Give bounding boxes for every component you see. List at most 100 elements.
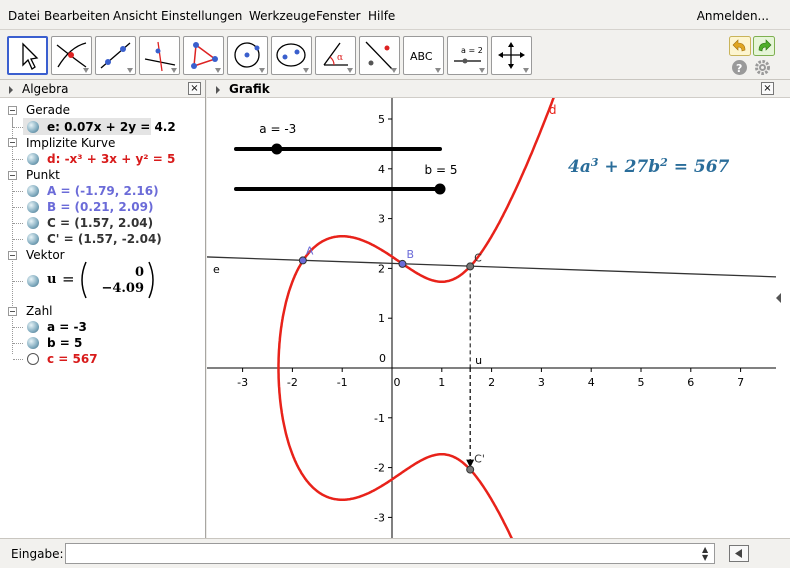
menu-werkzeuge[interactable]: Werkzeuge [249,9,316,23]
reflect-tool-button[interactable] [359,36,400,75]
circle-tool-button[interactable] [227,36,268,75]
group-toggle-icon[interactable] [8,307,17,316]
input-help-icon[interactable] [729,545,749,562]
x-tick-label: 6 [687,376,694,389]
point-c-prime[interactable] [466,465,475,474]
svg-text:ABC: ABC [410,50,433,63]
group-zahl[interactable]: Zahl [26,304,53,318]
vector-u-label: u [475,354,482,367]
y-tick-label: 0 [379,352,386,365]
visibility-toggle-icon[interactable] [27,233,39,245]
menu-bar: Datei Bearbeiten Ansicht Einstellungen W… [0,0,790,30]
y-tick-label: 3 [378,213,385,226]
x-tick-label: 1 [438,376,445,389]
formula-text[interactable]: 4a3 + 27b2 = 567 [568,156,730,178]
graphics-close-icon[interactable]: × [761,82,774,95]
object-point-a[interactable]: A = (-1.79, 2.16) [47,184,159,198]
graphics-expand-arrow-icon[interactable] [216,86,220,94]
visibility-toggle-icon[interactable] [27,121,39,133]
svg-text:a = 2: a = 2 [461,46,483,55]
line-e[interactable] [207,256,776,278]
menu-fenster[interactable]: Fenster [316,9,361,23]
algebra-close-icon[interactable]: × [188,82,201,95]
x-tick-label: 5 [638,376,645,389]
x-tick-label: 3 [538,376,545,389]
menu-bearbeiten[interactable]: Bearbeiten [44,9,110,23]
ellipse-tool-button[interactable] [271,36,312,75]
move-tool-button[interactable] [7,36,48,75]
visibility-toggle-icon[interactable] [27,321,39,333]
y-tick-label: 5 [378,113,385,126]
group-toggle-icon[interactable] [8,138,17,147]
help-icon[interactable]: ? [731,59,748,76]
point-label: A [306,244,314,257]
x-tick-label: -2 [287,376,298,389]
point-a[interactable] [298,256,307,265]
graphics-canvas[interactable]: -3 -2 -1 0 1 2 3 4 5 6 7 5 4 3 2 1 0 -1 -2 -3 d e u A B C C' a = -3… [207,98,776,538]
group-gerade[interactable]: Gerade [26,103,70,117]
menu-einstellungen[interactable]: Einstellungen [161,9,242,23]
algebra-title: Algebra [22,82,69,96]
x-tick-label: 4 [588,376,595,389]
object-point-b[interactable]: B = (0.21, 2.09) [47,200,153,214]
object-number-b[interactable]: b = 5 [47,336,82,350]
input-field[interactable] [65,543,715,564]
point-label: C' [474,453,485,466]
angle-tool-button[interactable]: α [315,36,356,75]
object-number-a[interactable]: a = -3 [47,320,87,334]
object-number-c[interactable]: c = 567 [47,352,98,366]
y-tick-label: 1 [378,312,385,325]
settings-icon[interactable] [754,59,771,76]
x-tick-label: -3 [237,376,248,389]
y-tick-label: 2 [378,262,385,275]
y-tick-label: -2 [374,462,385,475]
sidebar-collapse-icon[interactable] [776,293,781,303]
visibility-toggle-icon[interactable] [27,185,39,197]
login-link[interactable]: Anmelden... [697,9,769,23]
slider-knob-a[interactable] [271,143,283,155]
visibility-toggle-icon[interactable] [27,153,39,165]
group-toggle-icon[interactable] [8,106,17,115]
object-e[interactable]: e: 0.07x + 2y = 4.2 [47,120,176,134]
object-d[interactable]: d: -x³ + 3x + y² = 5 [47,152,175,166]
visibility-toggle-icon[interactable] [27,275,39,287]
visibility-toggle-icon[interactable] [27,353,39,365]
curve-d[interactable] [277,98,555,538]
text-tool-button[interactable]: ABC [403,36,444,75]
point-b[interactable] [398,259,407,268]
object-point-c-prime[interactable]: C' = (1.57, -2.04) [47,232,162,246]
y-tick-label: -3 [374,511,385,524]
input-history-icon[interactable]: ▲ ▼ [702,546,708,562]
algebra-expand-arrow-icon[interactable] [9,86,13,94]
svg-text:?: ? [736,62,742,75]
line-e-label: e [213,263,220,276]
input-bar: Eingabe: ▲ ▼ [0,538,790,568]
graphics-header: Grafik × [207,80,790,98]
menu-hilfe[interactable]: Hilfe [368,9,395,23]
slider-knob-b[interactable] [434,183,446,195]
move-view-tool-button[interactable] [491,36,532,75]
redo-icon[interactable] [753,36,775,56]
menu-datei[interactable]: Datei [8,9,40,23]
algebra-panel: Algebra × Gerade e: 0.07x + 2y = 4.2 Imp… [0,80,206,538]
line-tool-button[interactable] [95,36,136,75]
algebra-header: Algebra × [0,80,205,98]
visibility-toggle-icon[interactable] [27,217,39,229]
visibility-toggle-icon[interactable] [27,201,39,213]
point-c[interactable] [466,262,475,271]
group-toggle-icon[interactable] [8,251,17,260]
polygon-tool-button[interactable] [183,36,224,75]
menu-ansicht[interactable]: Ansicht [113,9,157,23]
visibility-toggle-icon[interactable] [27,337,39,349]
y-tick-label: 4 [378,163,385,176]
undo-icon[interactable] [729,36,751,56]
group-implizite-kurve[interactable]: Implizite Kurve [26,136,115,150]
object-point-c[interactable]: C = (1.57, 2.04) [47,216,153,230]
slider-label-b: b = 5 [425,163,458,177]
group-punkt[interactable]: Punkt [26,168,60,182]
perpendicular-tool-button[interactable] [139,36,180,75]
intersect-tool-button[interactable] [51,36,92,75]
group-toggle-icon[interactable] [8,171,17,180]
slider-tool-button[interactable]: a = 2 [447,36,488,75]
object-vector-u[interactable]: u = 0 −4.09 [45,260,160,300]
